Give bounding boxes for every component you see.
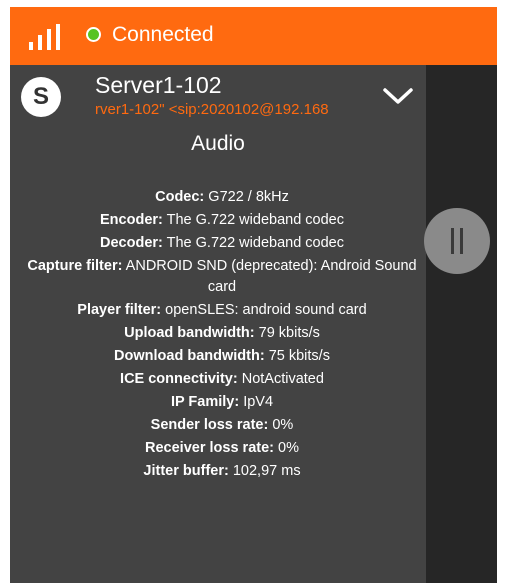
stat-value: IpV4 <box>243 394 274 410</box>
call-stats-panel: S Server1-102 rver1-102" <sip:2020102@19… <box>10 65 426 583</box>
collapse-stats-button[interactable] <box>380 81 416 111</box>
stat-value: 75 kbits/s <box>268 348 330 364</box>
stat-label: Decoder: <box>100 235 163 251</box>
audio-stats-list: Codec: G722 / 8kHz Encoder: The G.722 wid… <box>24 187 420 484</box>
connection-status-dot <box>86 27 101 42</box>
signal-bars-icon <box>29 24 60 50</box>
stat-value: 0% <box>272 417 294 433</box>
stat-value: openSLES: android sound card <box>165 302 367 318</box>
stat-label: Encoder: <box>100 212 163 228</box>
stat-label: Download bandwidth: <box>114 348 265 364</box>
stat-label: IP Family: <box>170 394 240 410</box>
stat-row: ICE connectivity: NotActivated <box>24 369 420 390</box>
stat-row: Sender loss rate: 0% <box>24 415 420 436</box>
stat-label: Codec: <box>155 189 205 205</box>
stat-row: Capture filter: ANDROID SND (deprecated)… <box>24 256 420 298</box>
stat-label: Player filter: <box>77 302 162 318</box>
stat-value: NotActivated <box>241 371 324 387</box>
stat-value: 102,97 ms <box>232 463 301 479</box>
pause-call-button[interactable] <box>424 208 490 274</box>
stat-label: Jitter buffer: <box>143 463 229 479</box>
stat-value: The G.722 wideband codec <box>166 235 344 251</box>
stat-value: The G.722 wideband codec <box>166 212 344 228</box>
stat-label: ICE connectivity: <box>120 371 238 387</box>
status-bar: Connected <box>10 7 497 65</box>
stat-value: G722 / 8kHz <box>208 189 289 205</box>
audio-section-title: Audio <box>191 132 245 155</box>
stat-label: Capture filter: <box>27 258 123 274</box>
stat-label: Sender loss rate: <box>150 417 269 433</box>
stat-row: Player filter: openSLES: android sound c… <box>24 300 420 321</box>
connection-status-text: Connected <box>112 23 214 46</box>
chevron-down-icon <box>383 88 413 104</box>
contact-name: Server1-102 <box>95 72 222 98</box>
stat-row: Decoder: The G.722 wideband codec <box>24 233 420 254</box>
stat-label: Upload bandwidth: <box>124 325 255 341</box>
stat-row: Receiver loss rate: 0% <box>24 438 420 459</box>
contact-address: rver1-102" <sip:2020102@192.168 <box>95 101 329 118</box>
stat-row: Upload bandwidth: 79 kbits/s <box>24 323 420 344</box>
stat-row: Download bandwidth: 75 kbits/s <box>24 346 420 367</box>
stat-value: ANDROID SND (deprecated): Android Sound … <box>125 258 417 295</box>
stat-label: Receiver loss rate: <box>145 440 274 456</box>
app-frame: Connected S Server1-102 rver1-102" <sip:… <box>10 7 497 583</box>
stat-value: 79 kbits/s <box>258 325 320 341</box>
call-background-strip <box>426 65 497 583</box>
stat-row: IP Family: IpV4 <box>24 392 420 413</box>
contact-avatar: S <box>21 77 61 117</box>
pause-icon <box>451 228 463 254</box>
stat-row: Encoder: The G.722 wideband codec <box>24 210 420 231</box>
stat-value: 0% <box>278 440 299 456</box>
stat-row: Codec: G722 / 8kHz <box>24 187 420 208</box>
stat-row: Jitter buffer: 102,97 ms <box>24 461 420 482</box>
